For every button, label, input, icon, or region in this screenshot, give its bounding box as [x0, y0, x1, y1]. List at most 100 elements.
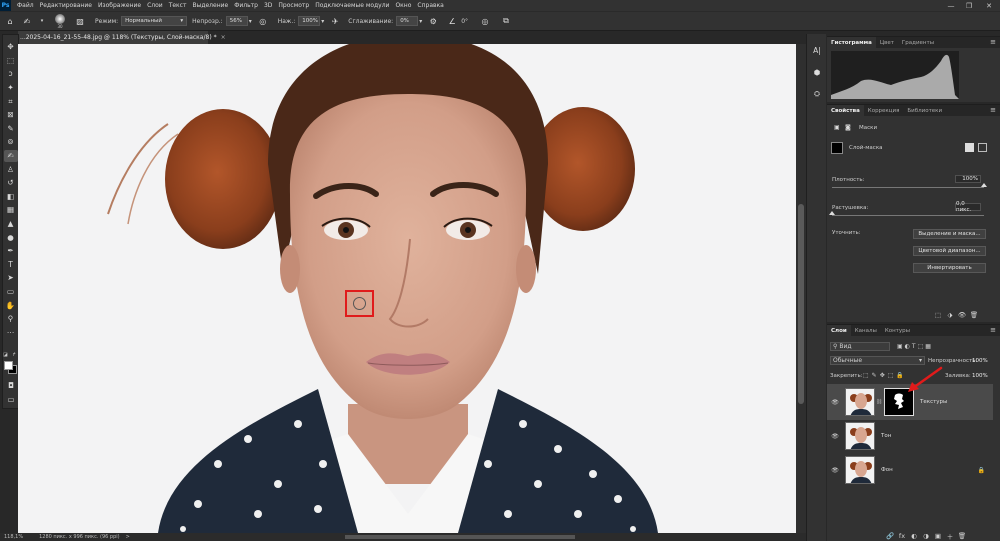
- tool-preset-dropdown[interactable]: ▾: [36, 15, 48, 27]
- pixel-mask-icon[interactable]: ▣: [834, 124, 840, 131]
- home-icon[interactable]: ⌂: [4, 15, 16, 27]
- chevron-down-icon[interactable]: ▾: [249, 18, 252, 25]
- select-and-mask-button[interactable]: Выделение и маска...: [913, 229, 986, 239]
- menu-item-5[interactable]: Выделение: [189, 2, 231, 9]
- layer-thumbnail[interactable]: [845, 422, 875, 450]
- zoom-level[interactable]: 118,1%: [4, 534, 23, 540]
- gear-icon[interactable]: ⚙: [427, 15, 439, 27]
- tab-hist-tabs-0[interactable]: Гистограмма: [827, 37, 876, 48]
- layer-row-tone[interactable]: 👁 Тон: [827, 418, 993, 454]
- type-tool-icon[interactable]: T: [4, 259, 18, 271]
- eye-icon[interactable]: 👁: [830, 399, 840, 406]
- pen-tool-icon[interactable]: ✒: [4, 245, 18, 257]
- move-tool-icon[interactable]: ✥: [4, 41, 18, 53]
- layer-thumbnail[interactable]: [845, 456, 875, 484]
- mask-thumbnail[interactable]: [831, 142, 843, 154]
- symmetry-icon[interactable]: ⧉: [500, 15, 512, 27]
- swap-colors-icon[interactable]: ↱: [12, 352, 16, 358]
- smoothing-input[interactable]: 0%: [396, 16, 419, 26]
- layer-bottom-icon-2[interactable]: ◐: [909, 531, 919, 541]
- pressure-opacity-icon[interactable]: ◎: [257, 15, 269, 27]
- layer-row-background[interactable]: 👁 Фон 🔒: [827, 452, 993, 488]
- stamp-tool-icon[interactable]: ♙: [4, 163, 18, 175]
- screen-mode-icon[interactable]: ▭: [4, 394, 18, 406]
- airbrush-icon[interactable]: ✈: [329, 15, 341, 27]
- maximize-button[interactable]: ❐: [962, 0, 976, 11]
- document-tab[interactable]: ...2025-04-16_21-55-48.jpg @ 118% (Текст…: [18, 31, 226, 44]
- crop-tool-icon[interactable]: ⌗: [4, 95, 18, 107]
- layer-bottom-icon-5[interactable]: ＋: [945, 531, 955, 541]
- panel-menu-icon[interactable]: ≡: [990, 326, 996, 334]
- feather-slider[interactable]: [832, 215, 984, 216]
- history-brush-tool-icon[interactable]: ↺: [4, 177, 18, 189]
- menu-item-9[interactable]: Подключаемые модули: [312, 2, 392, 9]
- magic-wand-tool-icon[interactable]: ✦: [4, 82, 18, 94]
- pressure-size-icon[interactable]: ◎: [479, 15, 491, 27]
- layer-bottom-icon-6[interactable]: 🗑: [957, 531, 967, 541]
- blend-mode-select[interactable]: Обычные ▾: [830, 356, 925, 365]
- lock-icons[interactable]: ⬚✎✥⬚🔒: [863, 372, 907, 379]
- mask-bottom-icon-0[interactable]: ⬚: [933, 310, 943, 320]
- select-pixel-mask-icon[interactable]: [965, 143, 974, 152]
- menu-item-3[interactable]: Слои: [144, 2, 166, 9]
- layer-bottom-icon-4[interactable]: ▣: [933, 531, 943, 541]
- vertical-scrollbar[interactable]: [796, 44, 806, 533]
- menu-item-2[interactable]: Изображение: [95, 2, 144, 9]
- eraser-tool-icon[interactable]: ◧: [4, 191, 18, 203]
- mask-bottom-icon-3[interactable]: 🗑: [969, 310, 979, 320]
- color-range-button[interactable]: Цветовой диапазон...: [913, 246, 986, 256]
- close-button[interactable]: ✕: [982, 0, 996, 11]
- density-input[interactable]: 100%: [955, 175, 981, 183]
- marquee-tool-icon[interactable]: ⬚: [4, 55, 18, 67]
- brush-preset-picker[interactable]: 30: [51, 13, 69, 29]
- menu-item-11[interactable]: Справка: [414, 2, 446, 9]
- tab-layer-tabs-0[interactable]: Слои: [827, 325, 851, 336]
- menu-item-10[interactable]: Окно: [392, 2, 414, 9]
- path-select-tool-icon[interactable]: ➤: [4, 272, 18, 284]
- frame-tool-icon[interactable]: ⊠: [4, 109, 18, 121]
- hand-tool-icon[interactable]: ✋: [4, 299, 18, 311]
- eye-icon[interactable]: 👁: [830, 433, 840, 440]
- tab-layer-tabs-2[interactable]: Контуры: [881, 325, 914, 336]
- panel-menu-icon[interactable]: ≡: [990, 106, 996, 114]
- menu-item-6[interactable]: Фильтр: [231, 2, 261, 9]
- fill-value[interactable]: 100%: [972, 373, 988, 379]
- feather-slider-knob[interactable]: [829, 211, 835, 215]
- lasso-tool-icon[interactable]: ↄ: [4, 68, 18, 80]
- panel-menu-icon[interactable]: ≡: [990, 38, 996, 46]
- layer-thumbnail[interactable]: [845, 388, 875, 416]
- close-tab-icon[interactable]: ×: [221, 34, 226, 41]
- layer-name[interactable]: Тон: [881, 433, 891, 439]
- tab-prop-tabs-1[interactable]: Коррекция: [864, 105, 904, 116]
- character-icon[interactable]: A|: [811, 44, 823, 56]
- mask-bottom-icon-2[interactable]: 👁: [957, 310, 967, 320]
- brush-settings-icon[interactable]: ▨: [74, 15, 86, 27]
- menu-item-0[interactable]: Файл: [14, 2, 37, 9]
- layer-bottom-icon-3[interactable]: ◑: [921, 531, 931, 541]
- more-tools-icon[interactable]: ⋯: [4, 326, 18, 338]
- tab-hist-tabs-2[interactable]: Градиенты: [898, 37, 938, 48]
- horizontal-scroll-thumb[interactable]: [345, 535, 575, 539]
- layer-bottom-icon-0[interactable]: 🔗: [885, 531, 895, 541]
- opacity-input[interactable]: 56%: [225, 16, 248, 26]
- blur-tool-icon[interactable]: ▲: [4, 218, 18, 230]
- layer-filter-icons[interactable]: ▣◐T⬚▦: [897, 343, 933, 350]
- layer-bottom-icon-1[interactable]: fx: [897, 531, 907, 541]
- gradient-tool-icon[interactable]: ▦: [4, 204, 18, 216]
- density-slider[interactable]: [832, 187, 984, 188]
- mask-bottom-icon-1[interactable]: ⬗: [945, 310, 955, 320]
- brush-tool-icon[interactable]: ✍: [21, 15, 33, 27]
- status-menu-arrow[interactable]: >: [126, 534, 130, 540]
- tab-prop-tabs-2[interactable]: Библиотеки: [903, 105, 946, 116]
- chevron-down-icon[interactable]: ▾: [321, 18, 324, 25]
- brush-tool-icon[interactable]: ✍: [3, 149, 18, 162]
- menu-item-7[interactable]: 3D: [261, 2, 275, 9]
- dodge-tool-icon[interactable]: ●: [4, 231, 18, 243]
- eye-icon[interactable]: 👁: [830, 467, 840, 474]
- layer-name[interactable]: Фон: [881, 467, 893, 473]
- tab-hist-tabs-1[interactable]: Цвет: [876, 37, 898, 48]
- minimize-button[interactable]: —: [944, 0, 958, 11]
- default-colors-icon[interactable]: ◪: [3, 352, 8, 358]
- mode-select[interactable]: Нормальный ▾: [121, 16, 188, 26]
- lock-icon[interactable]: 🔒: [978, 467, 985, 474]
